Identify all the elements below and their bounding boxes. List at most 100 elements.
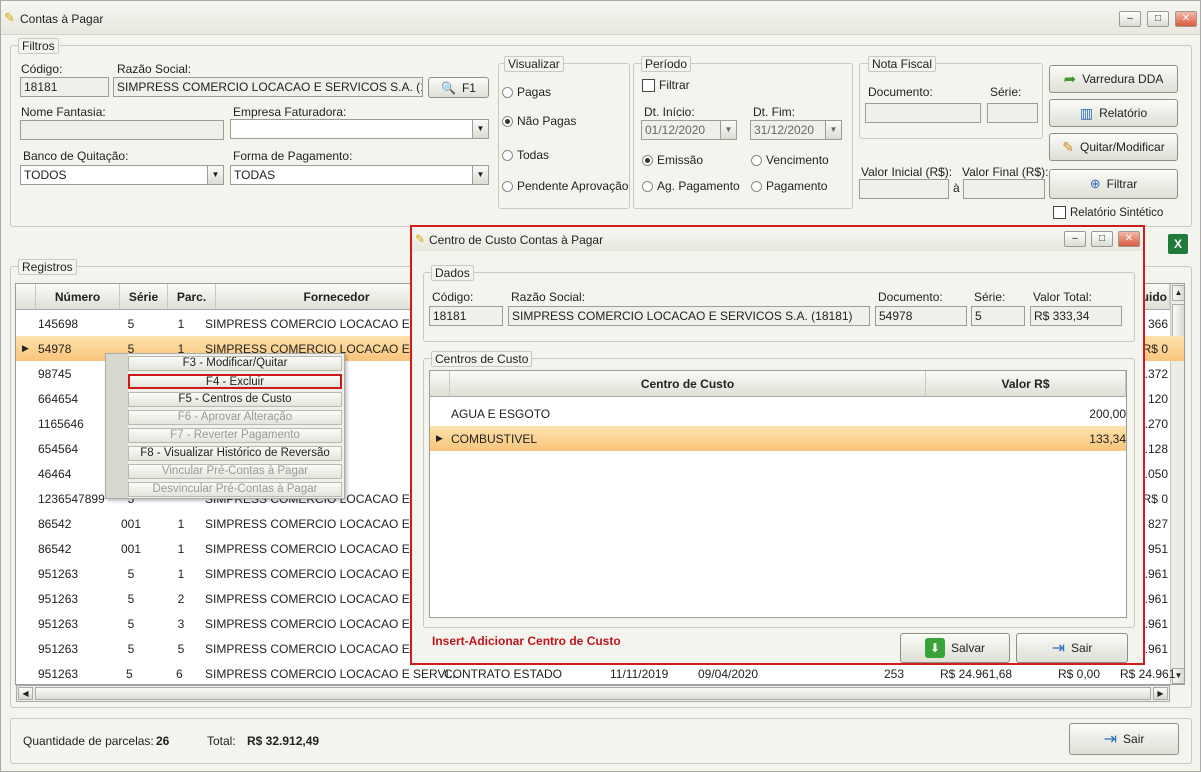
radio-label: Pagas [517,85,552,99]
horizontal-scrollbar[interactable]: ◀ ▶ [16,685,1170,702]
cell-v2: R$ 0,00 [1058,667,1101,681]
cell-numero: 54978 [38,342,72,356]
forma-select[interactable]: TODAS ▼ [230,165,489,185]
table-row[interactable]: AGUA E ESGOTO 200,00 [430,401,1126,426]
f1-search-button[interactable]: 🔍 F1 [428,77,489,98]
relatorio-label: Relatório [1099,106,1148,120]
h-scroll-thumb[interactable] [35,687,1151,700]
codigo-field[interactable]: 18181 [20,77,109,97]
chevron-down-icon[interactable]: ▼ [472,120,488,138]
context-menu: F3 - Modificar/Quitar F4 - Excluir F5 - Ce… [105,353,345,499]
cell-right: .961 [1144,592,1168,606]
cell-serie: 5 [127,317,135,331]
close-button[interactable]: ✕ [1175,11,1197,27]
scroll-right-icon[interactable]: ▶ [1153,687,1168,700]
radio-nao-pagas[interactable]: Não Pagas [502,114,576,128]
qtd-label: Quantidade de parcelas: [23,734,154,748]
sair-label: Sair [1071,641,1093,655]
scroll-up-icon[interactable]: ▲ [1172,285,1184,301]
valor-inicial-label: Valor Inicial (R$): [861,165,953,179]
dialog-minimize-button[interactable]: – [1064,231,1086,247]
inicio-date[interactable]: 01/12/2020 ▼ [641,120,737,140]
radio-pagas[interactable]: Pagas [502,85,551,99]
filtrar-checkbox[interactable]: Filtrar [642,78,690,92]
radio-pagamento[interactable]: Pagamento [751,179,827,193]
main-window: ✎ Contas à Pagar – □ ✕ Filtros Código: 1… [0,0,1201,772]
dlg-codigo-field[interactable]: 18181 [429,306,503,326]
serie-field[interactable] [987,103,1038,123]
quitar-label: Quitar/Modificar [1080,140,1165,154]
col-parc[interactable]: Parc. [168,284,216,310]
footer-sair-button[interactable]: ⇥ Sair [1069,723,1179,755]
cell-data2: 09/04/2020 [698,667,759,681]
dlg-serie-field[interactable]: 5 [971,306,1025,326]
banco-value: TODOS [24,168,67,182]
valor-inicial-field[interactable] [859,179,949,199]
empresa-select[interactable]: ▼ [230,119,489,139]
documento-field[interactable] [865,103,981,123]
relatorio-button[interactable]: ▥ Relatório [1049,99,1178,127]
col-serie[interactable]: Série [120,284,168,310]
arrow-right-icon: ➦ [1063,71,1077,88]
col-numero[interactable]: Número [36,284,120,310]
col-centro-custo[interactable]: Centro de Custo [450,371,926,397]
cell-numero: 951263 [38,642,79,656]
dlg-documento-field[interactable]: 54978 [875,306,967,326]
quitar-modificar-button[interactable]: ✎ Quitar/Modificar [1049,133,1178,161]
cell-centro: AGUA E ESGOTO [451,407,551,421]
salvar-button[interactable]: ⬇ Salvar [900,633,1010,663]
cell-parc: 6 [176,667,183,681]
context-menu-item[interactable]: F8 - Visualizar Histórico de Reversão [128,446,342,461]
fim-date[interactable]: 31/12/2020 ▼ [750,120,842,140]
excel-export-icon[interactable]: X [1168,234,1188,254]
radio-todas[interactable]: Todas [502,148,549,162]
varredura-dda-button[interactable]: ➦ Varredura DDA [1049,65,1178,93]
context-menu-item[interactable]: F3 - Modificar/Quitar [128,356,342,371]
download-save-icon: ⬇ [924,638,945,658]
col-valor[interactable]: Valor R$ [926,371,1126,397]
maximize-button[interactable]: □ [1147,11,1169,27]
filtrar-button[interactable]: ⊕ Filtrar [1049,169,1178,199]
radio-pendente[interactable]: Pendente Aprovação [502,179,628,193]
radio-label: Todas [517,148,550,162]
banco-label: Banco de Quitação: [23,149,129,163]
banco-select[interactable]: TODOS ▼ [20,165,224,185]
checkbox-box [642,78,655,92]
table-row[interactable]: ▶ COMBUSTIVEL 133,34 [430,426,1126,451]
chevron-down-icon[interactable]: ▼ [207,166,223,184]
total-label: Total: [207,734,236,748]
checkbox-label: Filtrar [659,78,690,92]
radio-vencimento[interactable]: Vencimento [751,153,829,167]
cell-parc: 2 [177,592,185,606]
dlg-valor-field[interactable]: R$ 333,34 [1030,306,1122,326]
radio-dot [751,154,762,166]
dialog-sair-button[interactable]: ⇥ Sair [1016,633,1128,663]
dialog-maximize-button[interactable]: □ [1091,231,1113,247]
scroll-left-icon[interactable]: ◀ [18,687,33,700]
cell-centro: COMBUSTIVEL [451,432,538,446]
chevron-down-icon[interactable]: ▼ [720,121,736,139]
filtrar-label: Filtrar [1106,177,1138,191]
chevron-down-icon[interactable]: ▼ [825,121,841,139]
dialog-close-button[interactable]: ✕ [1118,231,1140,247]
nome-fantasia-field[interactable] [20,120,224,140]
registros-legend: Registros [18,259,77,275]
valor-final-field[interactable] [963,179,1045,199]
centros-grid[interactable]: Centro de Custo Valor R$ AGUA E ESGOTO 2… [429,370,1127,618]
cell-v1: R$ 24.961,68 [940,667,1013,681]
cell-numero: 86542 [38,542,72,556]
radio-emissao[interactable]: Emissão [642,153,703,167]
dialog-title-bar: ✎ Centro de Custo Contas à Pagar – □ ✕ [412,227,1143,251]
relatorio-sintetico-checkbox[interactable]: Relatório Sintético [1053,206,1163,219]
dlg-razao-field[interactable]: SIMPRESS COMERCIO LOCACAO E SERVICOS S.A… [508,306,870,326]
context-menu-item[interactable]: F4 - Excluir [128,374,342,389]
footer-group [10,718,1192,764]
razao-field[interactable]: SIMPRESS COMERCIO LOCACAO E SERVICOS S.A… [113,77,423,97]
radio-ag-pagamento[interactable]: Ag. Pagamento [642,179,740,193]
context-menu-item: F7 - Reverter Pagamento [128,428,342,443]
context-menu-item[interactable]: F5 - Centros de Custo [128,392,342,407]
minimize-button[interactable]: – [1119,11,1141,27]
chevron-down-icon[interactable]: ▼ [472,166,488,184]
varredura-label: Varredura DDA [1082,72,1164,86]
filtros-legend: Filtros [18,38,59,54]
